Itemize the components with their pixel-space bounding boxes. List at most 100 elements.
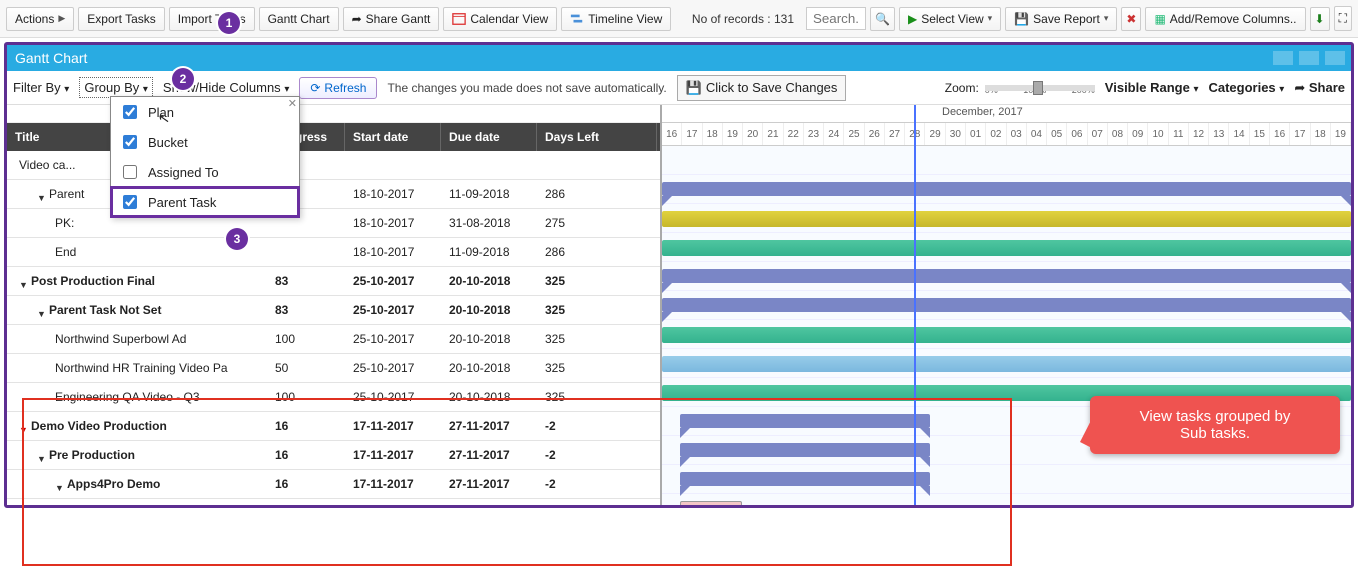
visible-range-dropdown[interactable]: Visible Range ▾ <box>1105 80 1199 95</box>
filter-by-dropdown[interactable]: Filter By ▾ <box>13 80 69 95</box>
group-by-plan[interactable]: Plan <box>111 97 299 127</box>
day-cell: 08 <box>1108 123 1128 145</box>
gantt-row <box>662 465 1351 494</box>
table-row[interactable]: Parent18-10-201711-09-2018286 <box>7 180 660 209</box>
cell-due: 20-10-2018 <box>441 274 537 288</box>
table-row[interactable]: Video ca... <box>7 151 660 180</box>
timeline-view-button[interactable]: Timeline View <box>561 7 671 31</box>
table-row[interactable]: Prepare demo environment5017-11-201719-1… <box>7 499 660 505</box>
expand-caret-icon[interactable] <box>19 277 27 285</box>
checkbox-plan[interactable] <box>123 105 137 119</box>
gantt-bar[interactable]: Prepare <box>680 501 742 505</box>
day-cell: 15 <box>1250 123 1270 145</box>
cell-days: 286 <box>537 245 657 259</box>
table-row[interactable]: Engineering QA Video - Q310025-10-201720… <box>7 383 660 412</box>
share-gantt-button[interactable]: ➦Share Gantt <box>343 7 440 31</box>
expand-caret-icon[interactable] <box>55 480 63 488</box>
zoom-slider[interactable] <box>985 85 1095 91</box>
zoom-slider-thumb[interactable] <box>1033 81 1043 95</box>
window-minimize-button[interactable] <box>1273 51 1293 65</box>
main-toolbar: Actions▶ Export Tasks Import Tasks Gantt… <box>0 0 1358 38</box>
checkbox-assigned-to[interactable] <box>123 165 137 179</box>
table-row[interactable]: Northwind HR Training Video Pa5025-10-20… <box>7 354 660 383</box>
save-changes-button[interactable]: 💾Click to Save Changes <box>677 75 847 101</box>
today-marker <box>914 105 916 505</box>
gantt-bar[interactable] <box>662 182 1351 196</box>
table-row[interactable]: Pre Production1617-11-201727-11-2017-2 <box>7 441 660 470</box>
add-remove-columns-button[interactable]: ▦Add/Remove Columns.. <box>1145 7 1305 31</box>
day-cell: 17 <box>1290 123 1310 145</box>
save-report-button[interactable]: 💾Save Report▾ <box>1005 7 1117 31</box>
caret-down-icon: ▾ <box>988 13 993 24</box>
excel-icon: ⬇ <box>1315 12 1325 26</box>
fullscreen-button[interactable]: ⛶ <box>1334 6 1352 31</box>
caret-right-icon: ▶ <box>58 13 65 24</box>
gantt-bar[interactable] <box>662 211 1351 227</box>
group-by-assigned-to[interactable]: Assigned To <box>111 157 299 187</box>
table-row[interactable]: Northwind Superbowl Ad10025-10-201720-10… <box>7 325 660 354</box>
gantt-bar[interactable] <box>680 472 930 486</box>
gantt-row <box>662 233 1351 262</box>
expand-caret-icon[interactable] <box>37 306 45 314</box>
gantt-bar[interactable] <box>662 298 1351 312</box>
table-row[interactable]: Demo Video Production1617-11-201727-11-2… <box>7 412 660 441</box>
group-by-parent-task[interactable]: Parent Task <box>111 187 299 217</box>
table-row[interactable]: PK:18-10-201731-08-2018275 <box>7 209 660 238</box>
import-tasks-button[interactable]: Import Tasks <box>169 7 255 31</box>
column-headers: Title Progress Start date Due date Days … <box>7 123 660 151</box>
refresh-button[interactable]: ⟳Refresh <box>299 77 377 99</box>
task-title: Northwind HR Training Video Pa <box>55 361 228 375</box>
gantt-bar[interactable] <box>680 414 930 428</box>
share-button[interactable]: ➦ Share <box>1294 80 1345 96</box>
search-go-button[interactable]: 🔍 <box>870 7 895 31</box>
cell-days: -2 <box>537 477 657 491</box>
window-maximize-button[interactable] <box>1299 51 1319 65</box>
group-by-dropdown[interactable]: Group By ▾ <box>79 77 153 98</box>
search-input[interactable] <box>806 7 866 30</box>
table-row[interactable]: Apps4Pro Demo1617-11-201727-11-2017-2 <box>7 470 660 499</box>
table-row[interactable]: End18-10-201711-09-2018286 <box>7 238 660 267</box>
cell-start: 25-10-2017 <box>345 390 441 404</box>
col-start[interactable]: Start date <box>345 123 441 151</box>
actions-button[interactable]: Actions▶ <box>6 7 74 31</box>
categories-dropdown[interactable]: Categories ▾ <box>1208 80 1284 95</box>
expand-caret-icon[interactable] <box>19 422 27 430</box>
gantt-bar[interactable] <box>662 269 1351 283</box>
gantt-bar[interactable] <box>680 443 930 457</box>
gantt-bar[interactable] <box>662 240 1351 256</box>
cell-due: 20-10-2018 <box>441 332 537 346</box>
task-title: Parent Task Not Set <box>49 303 161 317</box>
expand-caret-icon[interactable] <box>37 451 45 459</box>
dropdown-close-button[interactable]: ✕ <box>288 97 297 110</box>
gantt-row <box>662 291 1351 320</box>
select-view-button[interactable]: ▶Select View▾ <box>899 7 1001 31</box>
gantt-bar[interactable] <box>662 356 1351 372</box>
expand-caret-icon[interactable] <box>37 190 45 198</box>
gantt-bar[interactable] <box>662 327 1351 343</box>
window-close-button[interactable] <box>1325 51 1345 65</box>
gantt-row <box>662 262 1351 291</box>
gantt-chart-button[interactable]: Gantt Chart <box>259 7 339 31</box>
group-by-bucket[interactable]: Bucket <box>111 127 299 157</box>
cell-days: -2 <box>537 448 657 462</box>
export-excel-button[interactable]: ⬇ <box>1310 7 1330 31</box>
delete-view-button[interactable]: ✖ <box>1121 7 1141 31</box>
export-tasks-button[interactable]: Export Tasks <box>78 7 164 31</box>
day-cell: 17 <box>682 123 702 145</box>
checkbox-bucket[interactable] <box>123 135 137 149</box>
table-row[interactable]: Post Production Final8325-10-201720-10-2… <box>7 267 660 296</box>
cell-prog: 100 <box>267 390 345 404</box>
col-due[interactable]: Due date <box>441 123 537 151</box>
day-cell: 29 <box>925 123 945 145</box>
gantt-row <box>662 320 1351 349</box>
calendar-view-button[interactable]: Calendar View <box>443 7 557 31</box>
task-title: Apps4Pro Demo <box>67 477 160 491</box>
checkbox-parent-task[interactable] <box>123 195 137 209</box>
cell-start: 17-11-2017 <box>345 448 441 462</box>
caret-down-icon: ▾ <box>1104 13 1109 24</box>
day-cell: 22 <box>784 123 804 145</box>
cell-start: 17-11-2017 <box>345 477 441 491</box>
day-cell: 11 <box>1169 123 1189 145</box>
table-row[interactable]: Parent Task Not Set8325-10-201720-10-201… <box>7 296 660 325</box>
col-days[interactable]: Days Left <box>537 123 657 151</box>
